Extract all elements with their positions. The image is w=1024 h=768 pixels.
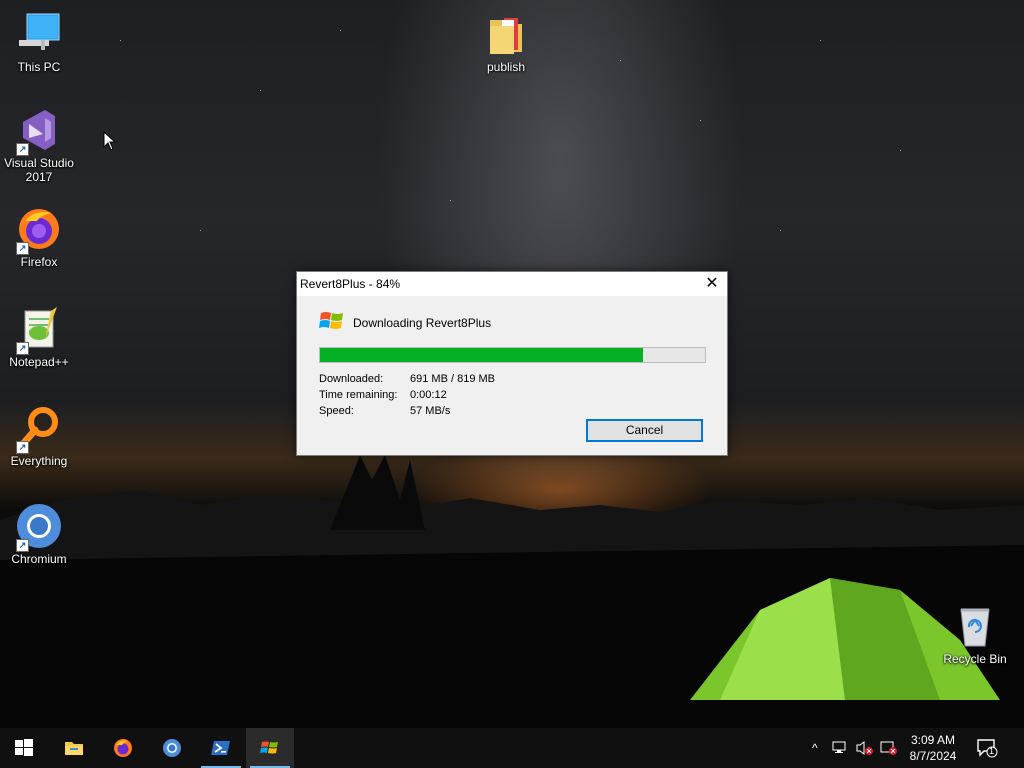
file-explorer-icon — [65, 742, 83, 755]
firefox-icon: ↗ — [15, 205, 63, 255]
close-icon: ✕ — [705, 275, 719, 292]
windows-logo-icon — [319, 312, 343, 329]
speed-value: 57 MB/s — [410, 405, 451, 417]
desktop-icon-everything[interactable]: ↗ Everything — [0, 404, 78, 468]
notifications-icon — [977, 739, 998, 758]
shortcut-arrow-icon: ↗ — [16, 143, 29, 156]
folder-icon — [482, 10, 530, 58]
desktop-icon-chromium[interactable]: ↗ Chromium — [0, 502, 78, 566]
shortcut-arrow-icon: ↗ — [16, 441, 29, 454]
security-status-icon — [880, 741, 897, 755]
speed-label: Speed: — [319, 405, 354, 417]
revert8plus-icon — [260, 741, 278, 754]
dialog-titlebar[interactable]: Revert8Plus - 84% ✕ — [297, 272, 727, 296]
taskbar-chromium[interactable] — [148, 728, 196, 768]
close-button[interactable]: ✕ — [697, 272, 727, 296]
downloaded-label: Downloaded: — [319, 373, 384, 385]
desktop-background: This PC ↗ Visual Studio 2017 ↗ Firefox ↗… — [0, 0, 1024, 728]
desktop-icon-this-pc[interactable]: This PC — [0, 10, 78, 74]
taskbar: ^ 3:09 AM 8/7/2024 1 — [0, 728, 1024, 768]
taskbar-file-explorer[interactable] — [50, 728, 98, 768]
firefox-icon — [114, 739, 132, 757]
download-progress-bar — [319, 347, 706, 363]
clock-time: 3:09 AM — [910, 733, 956, 747]
desktop-icon-visual-studio[interactable]: ↗ Visual Studio 2017 — [0, 106, 78, 184]
recycle-bin-icon — [951, 602, 999, 650]
volume-muted-icon — [856, 741, 873, 755]
action-center-button[interactable]: 1 — [972, 728, 1004, 768]
desktop-icon-label: Recycle Bin — [943, 652, 1007, 666]
desktop-icon-label: Visual Studio 2017 — [4, 156, 74, 184]
downloaded-value: 691 MB / 819 MB — [410, 373, 495, 385]
tray-volume[interactable] — [854, 728, 876, 768]
desktop-icon-label: This PC — [17, 60, 61, 74]
taskbar-powershell[interactable] — [197, 728, 245, 768]
desktop-icon-label: Chromium — [11, 552, 67, 566]
desktop-icon-label: Notepad++ — [9, 355, 69, 369]
time-remaining-value: 0:00:12 — [410, 389, 447, 401]
tray-overflow-button[interactable]: ^ — [808, 728, 826, 768]
shortcut-arrow-icon: ↗ — [16, 342, 29, 355]
clock-date: 8/7/2024 — [909, 749, 957, 763]
download-dialog: Revert8Plus - 84% ✕ Downloading Revert8P… — [296, 271, 728, 456]
this-pc-icon — [15, 10, 63, 58]
taskbar-clock[interactable]: 3:09 AM 8/7/2024 — [898, 732, 968, 764]
notepad-plus-plus-icon: ↗ — [15, 305, 63, 355]
desktop-icon-notepad-plus-plus[interactable]: ↗ Notepad++ — [0, 305, 78, 369]
desktop-icon-firefox[interactable]: ↗ Firefox — [0, 205, 78, 269]
start-icon — [15, 739, 33, 756]
desktop-icon-publish[interactable]: publish — [467, 10, 545, 74]
desktop-icon-label: Firefox — [20, 255, 58, 269]
chevron-up-icon: ^ — [812, 741, 818, 755]
mouse-cursor-icon — [103, 131, 117, 151]
shortcut-arrow-icon: ↗ — [16, 242, 29, 255]
cancel-button[interactable]: Cancel — [586, 419, 703, 442]
shortcut-arrow-icon: ↗ — [16, 539, 29, 552]
desktop-icon-label: Everything — [10, 454, 68, 468]
progress-fill — [320, 348, 644, 362]
dialog-heading: Downloading Revert8Plus — [353, 316, 492, 330]
tray-action-status[interactable] — [878, 728, 900, 768]
taskbar-firefox[interactable] — [99, 728, 147, 768]
time-remaining-label: Time remaining: — [319, 389, 398, 401]
chromium-icon: ↗ — [15, 502, 63, 552]
taskbar-revert8plus[interactable] — [246, 728, 294, 768]
start-button[interactable] — [0, 728, 48, 768]
tray-network[interactable] — [830, 728, 852, 768]
chromium-icon — [163, 739, 181, 757]
network-icon — [832, 741, 846, 753]
powershell-icon — [211, 741, 230, 755]
desktop-icon-recycle-bin[interactable]: Recycle Bin — [936, 602, 1014, 666]
everything-search-icon: ↗ — [15, 404, 63, 454]
notification-count-badge: 1 — [989, 746, 995, 756]
visual-studio-icon: ↗ — [15, 106, 63, 156]
dialog-title: Revert8Plus - 84% — [300, 277, 401, 291]
desktop-icon-label: publish — [486, 60, 526, 74]
